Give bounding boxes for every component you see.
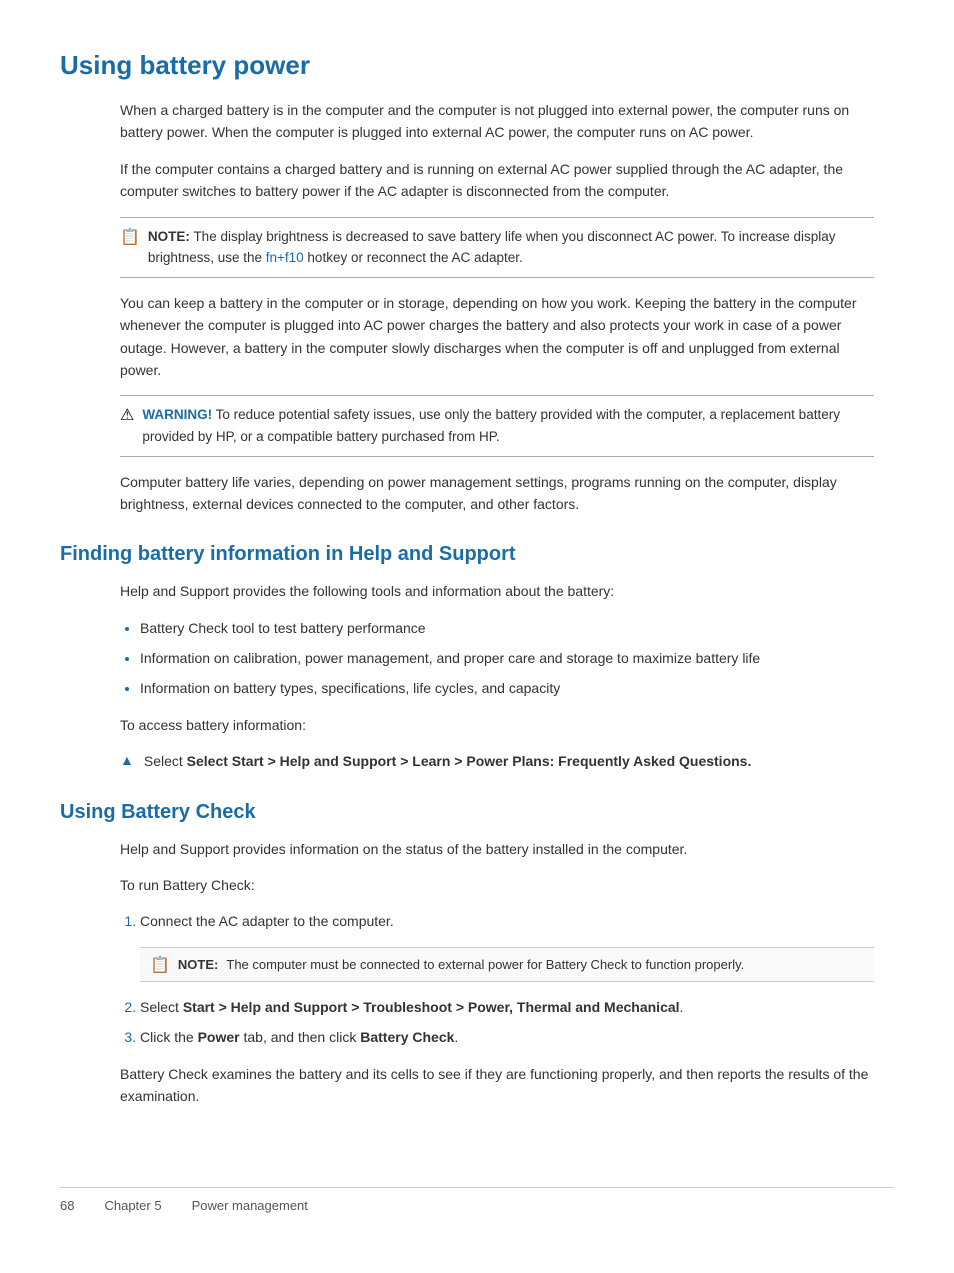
section-finding-battery-content: Help and Support provides the following … — [120, 580, 874, 772]
note-box-brightness: 📋 NOTE: The display brightness is decrea… — [120, 217, 874, 278]
step-1-text: Connect the AC adapter to the computer. — [140, 913, 394, 929]
access-label: To access battery information: — [120, 714, 874, 736]
warning-triangle-icon: ⚠ — [120, 405, 134, 425]
note-text-after: hotkey or reconnect the AC adapter. — [304, 250, 523, 265]
battery-check-closing: Battery Check examines the battery and i… — [120, 1063, 874, 1108]
warning-content: WARNING! To reduce potential safety issu… — [142, 404, 874, 447]
page-footer: 68 Chapter 5 Power management — [60, 1187, 894, 1213]
note-icon-2: 📋 — [150, 955, 170, 975]
page-title: Using battery power — [60, 50, 894, 81]
footer-page-number: 68 — [60, 1198, 74, 1213]
section-finding-battery-title: Finding battery information in Help and … — [60, 543, 894, 566]
warning-box-safety: ⚠ WARNING! To reduce potential safety is… — [120, 395, 874, 456]
section-battery-check-content: Help and Support provides information on… — [120, 838, 874, 1108]
step-3-text: Click the Power tab, and then click Batt… — [140, 1029, 458, 1045]
para-3: You can keep a battery in the computer o… — [120, 292, 874, 382]
step-3: Click the Power tab, and then click Batt… — [140, 1026, 874, 1048]
warning-text: To reduce potential safety issues, use o… — [142, 407, 840, 444]
battery-check-intro: Help and Support provides information on… — [120, 838, 874, 860]
warning-label: WARNING! — [142, 407, 212, 422]
list-item: Battery Check tool to test battery perfo… — [140, 617, 874, 639]
step-2-text: Select Start > Help and Support > Troubl… — [140, 999, 683, 1015]
battery-info-list: Battery Check tool to test battery perfo… — [140, 617, 874, 700]
para-2: If the computer contains a charged batte… — [120, 158, 874, 203]
arrow-text: Select Select Start > Help and Support >… — [144, 750, 752, 772]
footer-chapter-title: Power management — [192, 1198, 308, 1213]
para-1: When a charged battery is in the compute… — [120, 99, 874, 144]
note-content: NOTE: The display brightness is decrease… — [148, 226, 874, 269]
step-2: Select Start > Help and Support > Troubl… — [140, 996, 874, 1018]
note-label-2: NOTE: — [178, 957, 218, 972]
note-box-external-power: 📋 NOTE: The computer must be connected t… — [140, 947, 874, 982]
note-label: NOTE: — [148, 229, 190, 244]
arrow-right-icon: ▲ — [120, 752, 134, 768]
arrow-item: ▲ Select Select Start > Help and Support… — [120, 750, 874, 772]
step-1: Connect the AC adapter to the computer. — [140, 910, 874, 932]
para-4: Computer battery life varies, depending … — [120, 471, 874, 516]
section-battery-check-title: Using Battery Check — [60, 801, 894, 824]
section-using-battery-power: When a charged battery is in the compute… — [120, 99, 874, 515]
footer-chapter: Chapter 5 — [104, 1198, 161, 1213]
list-item: Information on battery types, specificat… — [140, 677, 874, 699]
list-item: Information on calibration, power manage… — [140, 647, 874, 669]
run-battery-check-label: To run Battery Check: — [120, 874, 874, 896]
battery-check-steps: Connect the AC adapter to the computer. — [140, 910, 874, 932]
fn-f10-link[interactable]: fn+f10 — [266, 250, 304, 265]
note-icon: 📋 — [120, 227, 140, 247]
note-text-2: The computer must be connected to extern… — [226, 957, 744, 972]
finding-battery-intro: Help and Support provides the following … — [120, 580, 874, 602]
battery-check-steps-2: Select Start > Help and Support > Troubl… — [140, 996, 874, 1049]
